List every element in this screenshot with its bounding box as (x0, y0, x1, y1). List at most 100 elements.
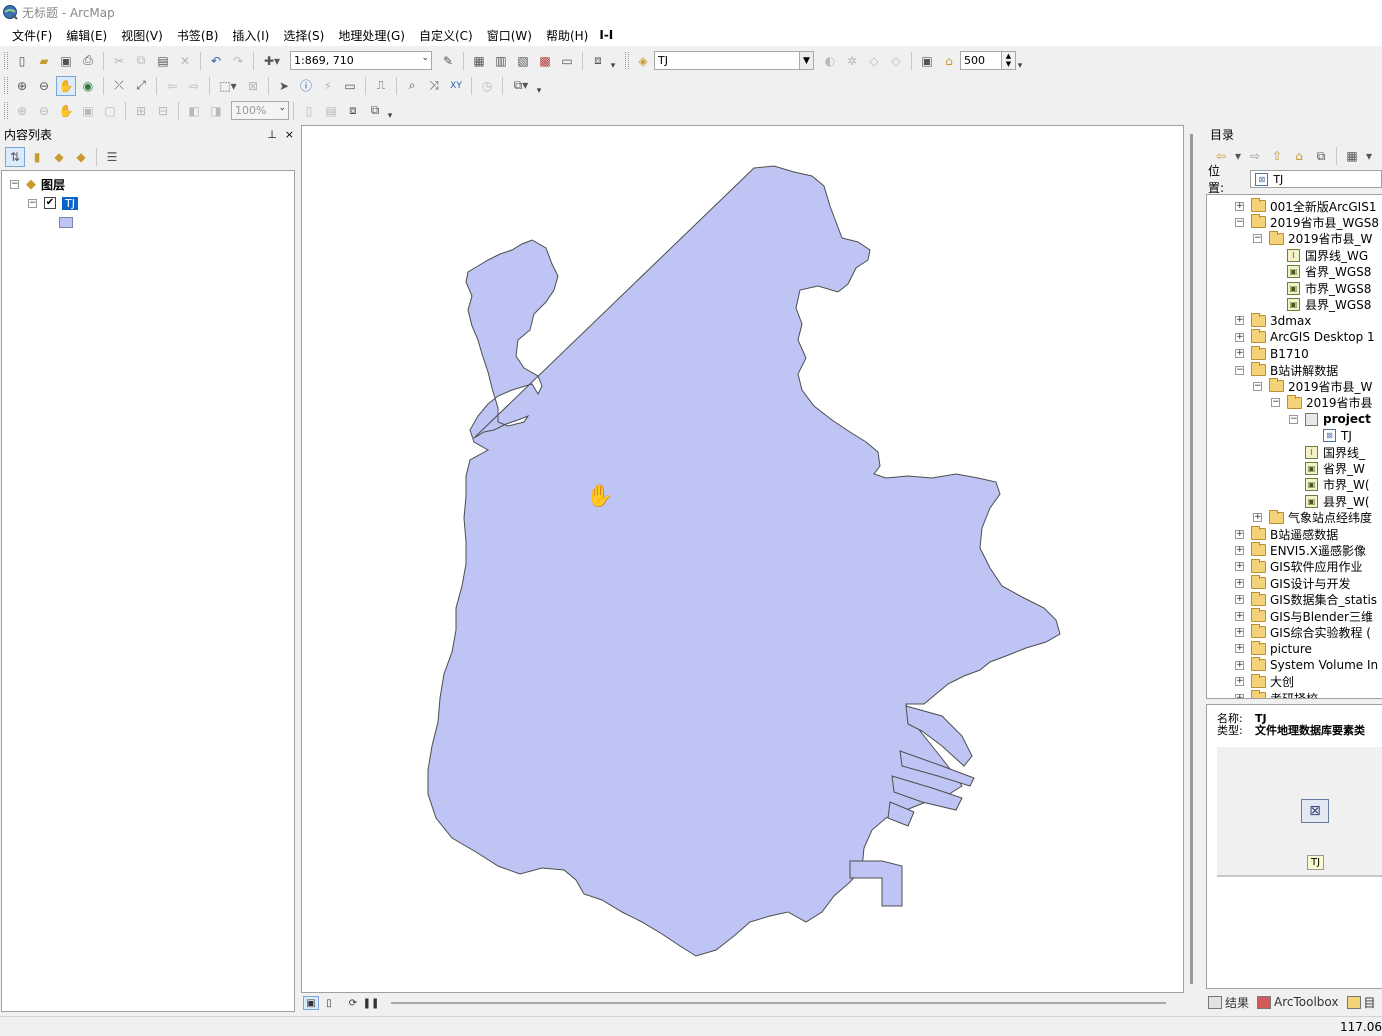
collapse-icon[interactable]: − (1271, 398, 1280, 408)
catalog-tree-item[interactable]: − 2019省市县_WGS8 (1235, 214, 1379, 230)
toolbar-grip[interactable] (4, 77, 8, 94)
identify-icon[interactable]: ⓘ (296, 76, 316, 96)
zoom-whole-page-icon[interactable]: ▣ (78, 101, 98, 121)
catalog-tree-item[interactable]: ▣ 县界_WGS8 (1287, 296, 1371, 312)
new-document-icon[interactable]: ▯ (12, 51, 32, 71)
fixed-zoom-in-layout-icon[interactable]: ⊞ (131, 101, 151, 121)
measure-icon[interactable]: ⎍ (371, 76, 391, 96)
scrollbar-thumb[interactable] (1190, 134, 1193, 984)
spinner-arrows-icon[interactable]: ▲ ▼ (1001, 52, 1015, 69)
expand-icon[interactable]: + (1235, 332, 1244, 342)
focus-data-frame-icon[interactable]: ▤ (321, 101, 341, 121)
collapse-icon[interactable]: − (1289, 414, 1298, 424)
expand-icon[interactable]: + (1235, 201, 1244, 211)
collapse-icon[interactable]: − (1235, 365, 1244, 375)
catalog-tree-item[interactable]: ▣ 市界_W( (1305, 477, 1370, 493)
menu-grip-icon[interactable]: I-I (599, 28, 613, 42)
toolbar-options-icon[interactable]: ▾ (609, 51, 617, 71)
home-folder-icon[interactable]: ⌂ (1289, 146, 1309, 166)
catalog-tree-item[interactable]: + System Volume In (1235, 657, 1378, 673)
redo-icon[interactable]: ↷ (228, 51, 248, 71)
tj-polygon[interactable] (427, 165, 1061, 957)
catalog-tree-item[interactable]: + 考研择校 (1235, 690, 1318, 698)
expand-icon[interactable]: + (1253, 513, 1262, 523)
expand-icon[interactable]: + (1235, 562, 1244, 572)
catalog-tree-item[interactable]: + GIS设计与开发 (1235, 575, 1350, 591)
forward-arrow-icon[interactable]: ⇨ (1245, 146, 1265, 166)
menu-edit[interactable]: 编辑(E) (59, 27, 114, 44)
menu-bookmarks[interactable]: 书签(B) (170, 27, 226, 44)
fixed-zoom-out-icon[interactable]: ⤢ (131, 76, 151, 96)
georeference-icon-3[interactable]: ◇ (864, 51, 884, 71)
catalog-tree-item[interactable]: − 2019省市县_W (1253, 378, 1372, 394)
map-display[interactable]: ✋ (301, 125, 1184, 993)
full-extent-icon[interactable]: ◉ (78, 76, 98, 96)
zoom-out-icon[interactable]: ⊖ (34, 76, 54, 96)
zoom-100-icon[interactable]: ▢ (100, 101, 120, 121)
expand-icon[interactable]: + (1235, 611, 1244, 621)
toggle-draft-mode-icon[interactable]: ▯ (299, 101, 319, 121)
menu-windows[interactable]: 窗口(W) (480, 27, 539, 44)
tab-results[interactable]: 结果 (1208, 994, 1249, 1011)
layer-properties-icon[interactable]: ▣ (917, 51, 937, 71)
save-icon[interactable]: ▣ (56, 51, 76, 71)
chevron-down-icon[interactable]: ⌄ (278, 103, 286, 113)
layout-zoom-combo[interactable]: 100% ⌄ (231, 101, 289, 120)
change-layout-icon[interactable]: ⧈ (343, 101, 363, 121)
catalog-tree-item[interactable]: + GIS软件应用作业 (1235, 558, 1362, 575)
catalog-tree-item[interactable]: ⌇ 国界线_WG (1287, 247, 1368, 263)
catalog-tree-item[interactable]: − 2019省市县 (1271, 394, 1373, 411)
collapse-icon[interactable]: − (1253, 381, 1262, 391)
toolbar-options-icon[interactable]: ▾ (386, 101, 394, 121)
expand-icon[interactable]: + (1235, 545, 1244, 555)
html-popup-icon[interactable]: ▭ (340, 76, 360, 96)
georeference-icon-1[interactable]: ◐ (820, 51, 840, 71)
data-driven-pages-icon[interactable]: ⧉ (365, 101, 385, 121)
toolbar-grip[interactable] (625, 52, 629, 69)
chevron-down-icon[interactable]: ▾ (1364, 146, 1374, 166)
catalog-tree-item[interactable]: + ENVI5.X遥感影像 (1235, 542, 1366, 558)
catalog-tree-item[interactable]: + B1710 (1235, 345, 1309, 362)
toolbar-options-icon[interactable]: ▾ (1016, 51, 1024, 71)
go-back-extent-layout-icon[interactable]: ◧ (184, 101, 204, 121)
add-data-icon[interactable]: ✚▾ (259, 51, 285, 71)
menu-insert[interactable]: 插入(I) (225, 27, 276, 44)
clear-selection-icon[interactable]: ⊠ (243, 76, 263, 96)
expand-icon[interactable]: + (1235, 578, 1244, 588)
cut-icon[interactable]: ✂ (109, 51, 129, 71)
catalog-tree-item[interactable]: +3dmax (1235, 312, 1311, 329)
catalog-tree-item[interactable]: + ArcGIS Desktop 1 (1235, 329, 1375, 345)
toolbar-grip[interactable] (4, 102, 8, 119)
create-viewer-window-icon[interactable]: ⧉▾ (508, 76, 534, 96)
close-icon[interactable]: × (285, 128, 294, 141)
catalog-tree-item[interactable]: ▣ 省界_W (1305, 460, 1365, 476)
up-one-level-icon[interactable]: ⇧ (1267, 146, 1287, 166)
list-by-visibility-icon[interactable]: ◆ (49, 147, 69, 167)
chevron-down-icon[interactable]: ⌄ (421, 53, 429, 63)
target-layer-combo[interactable]: TJ ▼ (654, 51, 814, 70)
toolbar-grip[interactable] (4, 52, 8, 69)
catalog-tree-item[interactable]: + GIS与Blender三维 (1235, 608, 1373, 624)
expand-icon[interactable]: + (1235, 349, 1244, 359)
zoom-in-icon[interactable]: ⊕ (12, 76, 32, 96)
catalog-tree-item[interactable]: ▣ 县界_W( (1305, 493, 1370, 509)
catalog-tree-item[interactable]: + 气象站点经纬度 (1253, 509, 1372, 526)
list-by-drawing-order-icon[interactable]: ⇅ (5, 147, 25, 167)
list-by-source-icon[interactable]: ▮ (27, 147, 47, 167)
catalog-tree-item[interactable]: + picture (1235, 640, 1312, 657)
catalog-tree-item[interactable]: ⌇ 国界线_ (1305, 444, 1365, 460)
snap-tolerance-spinner[interactable]: 500 ▲ ▼ (960, 51, 1016, 70)
collapse-icon[interactable]: − (1235, 217, 1244, 227)
catalog-tree-item[interactable]: − B站讲解数据 (1235, 362, 1338, 378)
catalog-tree-item[interactable]: ⊠ TJ (1323, 428, 1352, 444)
georeference-icon-4[interactable]: ◇ (886, 51, 906, 71)
pin-icon[interactable]: ⊥ (267, 128, 277, 141)
go-forward-extent-layout-icon[interactable]: ◨ (206, 101, 226, 121)
menu-help[interactable]: 帮助(H) (539, 27, 595, 44)
expand-icon[interactable]: + (1235, 316, 1244, 326)
select-features-icon[interactable]: ⬚▾ (215, 76, 241, 96)
catalog-tree-item[interactable]: + B站遥感数据 (1235, 526, 1338, 542)
paste-icon[interactable]: ▤ (153, 51, 173, 71)
layout-zoom-out-icon[interactable]: ⊖ (34, 101, 54, 121)
time-slider-icon[interactable]: ◷ (477, 76, 497, 96)
